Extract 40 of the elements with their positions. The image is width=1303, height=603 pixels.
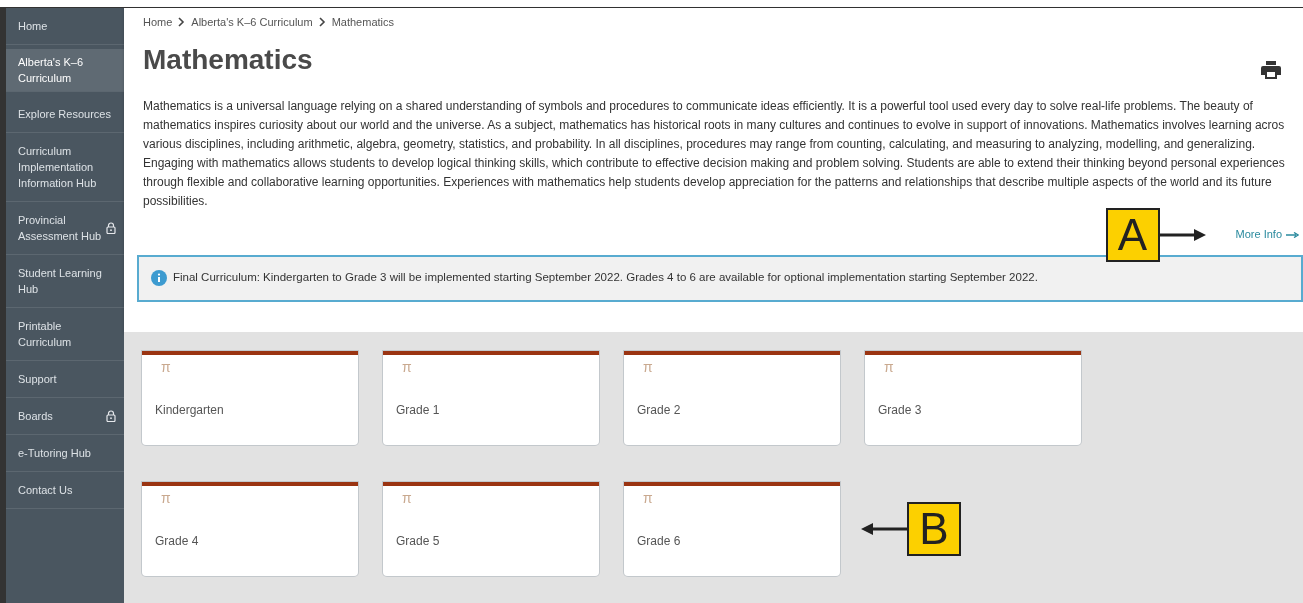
card-title: Grade 4 xyxy=(155,532,199,550)
lock-icon xyxy=(106,222,116,234)
card-title: Grade 5 xyxy=(396,532,440,550)
card-title: Kindergarten xyxy=(155,401,224,419)
grade-card[interactable]: π Grade 3 xyxy=(865,350,1081,445)
card-title: Grade 3 xyxy=(878,401,922,419)
more-info-link[interactable]: More Info xyxy=(1235,226,1299,243)
grade-card[interactable]: π Grade 1 xyxy=(383,350,599,445)
sidebar-item[interactable]: Alberta's K–6 Curriculum xyxy=(6,49,124,92)
grade-card[interactable]: π Grade 5 xyxy=(383,481,599,576)
card-title: Grade 1 xyxy=(396,401,440,419)
info-icon xyxy=(151,270,167,286)
grade-card[interactable]: π Grade 4 xyxy=(142,481,358,576)
card-title: Grade 2 xyxy=(637,401,681,419)
annotation-label: B xyxy=(907,501,961,556)
chevron-right-icon xyxy=(318,17,326,28)
right-arrow-icon xyxy=(1159,227,1206,242)
pi-icon: π xyxy=(161,359,171,374)
chevron-right-icon xyxy=(178,17,186,28)
pi-icon: π xyxy=(643,359,653,374)
breadcrumb-link[interactable]: Mathematics xyxy=(331,14,394,31)
description-paragraph: Mathematics is a universal language relying on a shared understanding of symbols and procedures to communicate ideas efficiently. It is a powerful tool used every day to solve real-life problems. The beauty of mathematics inspires curiosity about our world and the universe. As a subject, mathematics has historical roots in many cultures and continues to evolve in support of innovations. Mathematics involves learning acros various disciplines, including arithmetic, algebra, geometry, statistics, and probability. In all disciplines, procedures may range from counting, calculating, and measuring to analyzing, modelling, and generalizing. Engaging with mathematics allows students to develop logical thinking skills, which contribute to effective decision making and problem solving. Students are able to extend their thinking beyond personal experiences through flexible and collaborative learning opportunities. Experiences with mathematics help students develop appreciation for the patterns and relationships that describe multiple aspects of the world and its future possibilities. xyxy=(143,97,1286,210)
breadcrumb-link[interactable]: Alberta's K–6 Curriculum xyxy=(191,14,313,31)
grade-card[interactable]: π Grade 2 xyxy=(624,350,840,445)
pi-icon: π xyxy=(643,490,653,505)
grade-card[interactable]: π Kindergarten xyxy=(142,350,358,445)
annotation-label: A xyxy=(1105,207,1160,262)
grade-card[interactable]: π Grade 6 xyxy=(624,481,840,576)
notice-text: Final Curriculum: Kindergarten to Grade 3 will be implemented starting September 2022. Grades 4 to 6 are available for optional implementation starting September 2022. xyxy=(173,270,1038,286)
breadcrumb-link[interactable]: Home xyxy=(143,14,173,31)
print-icon[interactable] xyxy=(1261,60,1281,79)
page-title: Mathematics xyxy=(143,42,313,77)
pi-icon: π xyxy=(161,490,171,505)
left-arrow-icon xyxy=(861,521,907,536)
arrow-right-icon xyxy=(1286,231,1299,238)
pi-icon: π xyxy=(884,359,894,374)
pi-icon: π xyxy=(402,359,412,374)
card-title: Grade 6 xyxy=(637,532,681,550)
pi-icon: π xyxy=(402,490,412,505)
lock-icon xyxy=(106,410,116,422)
